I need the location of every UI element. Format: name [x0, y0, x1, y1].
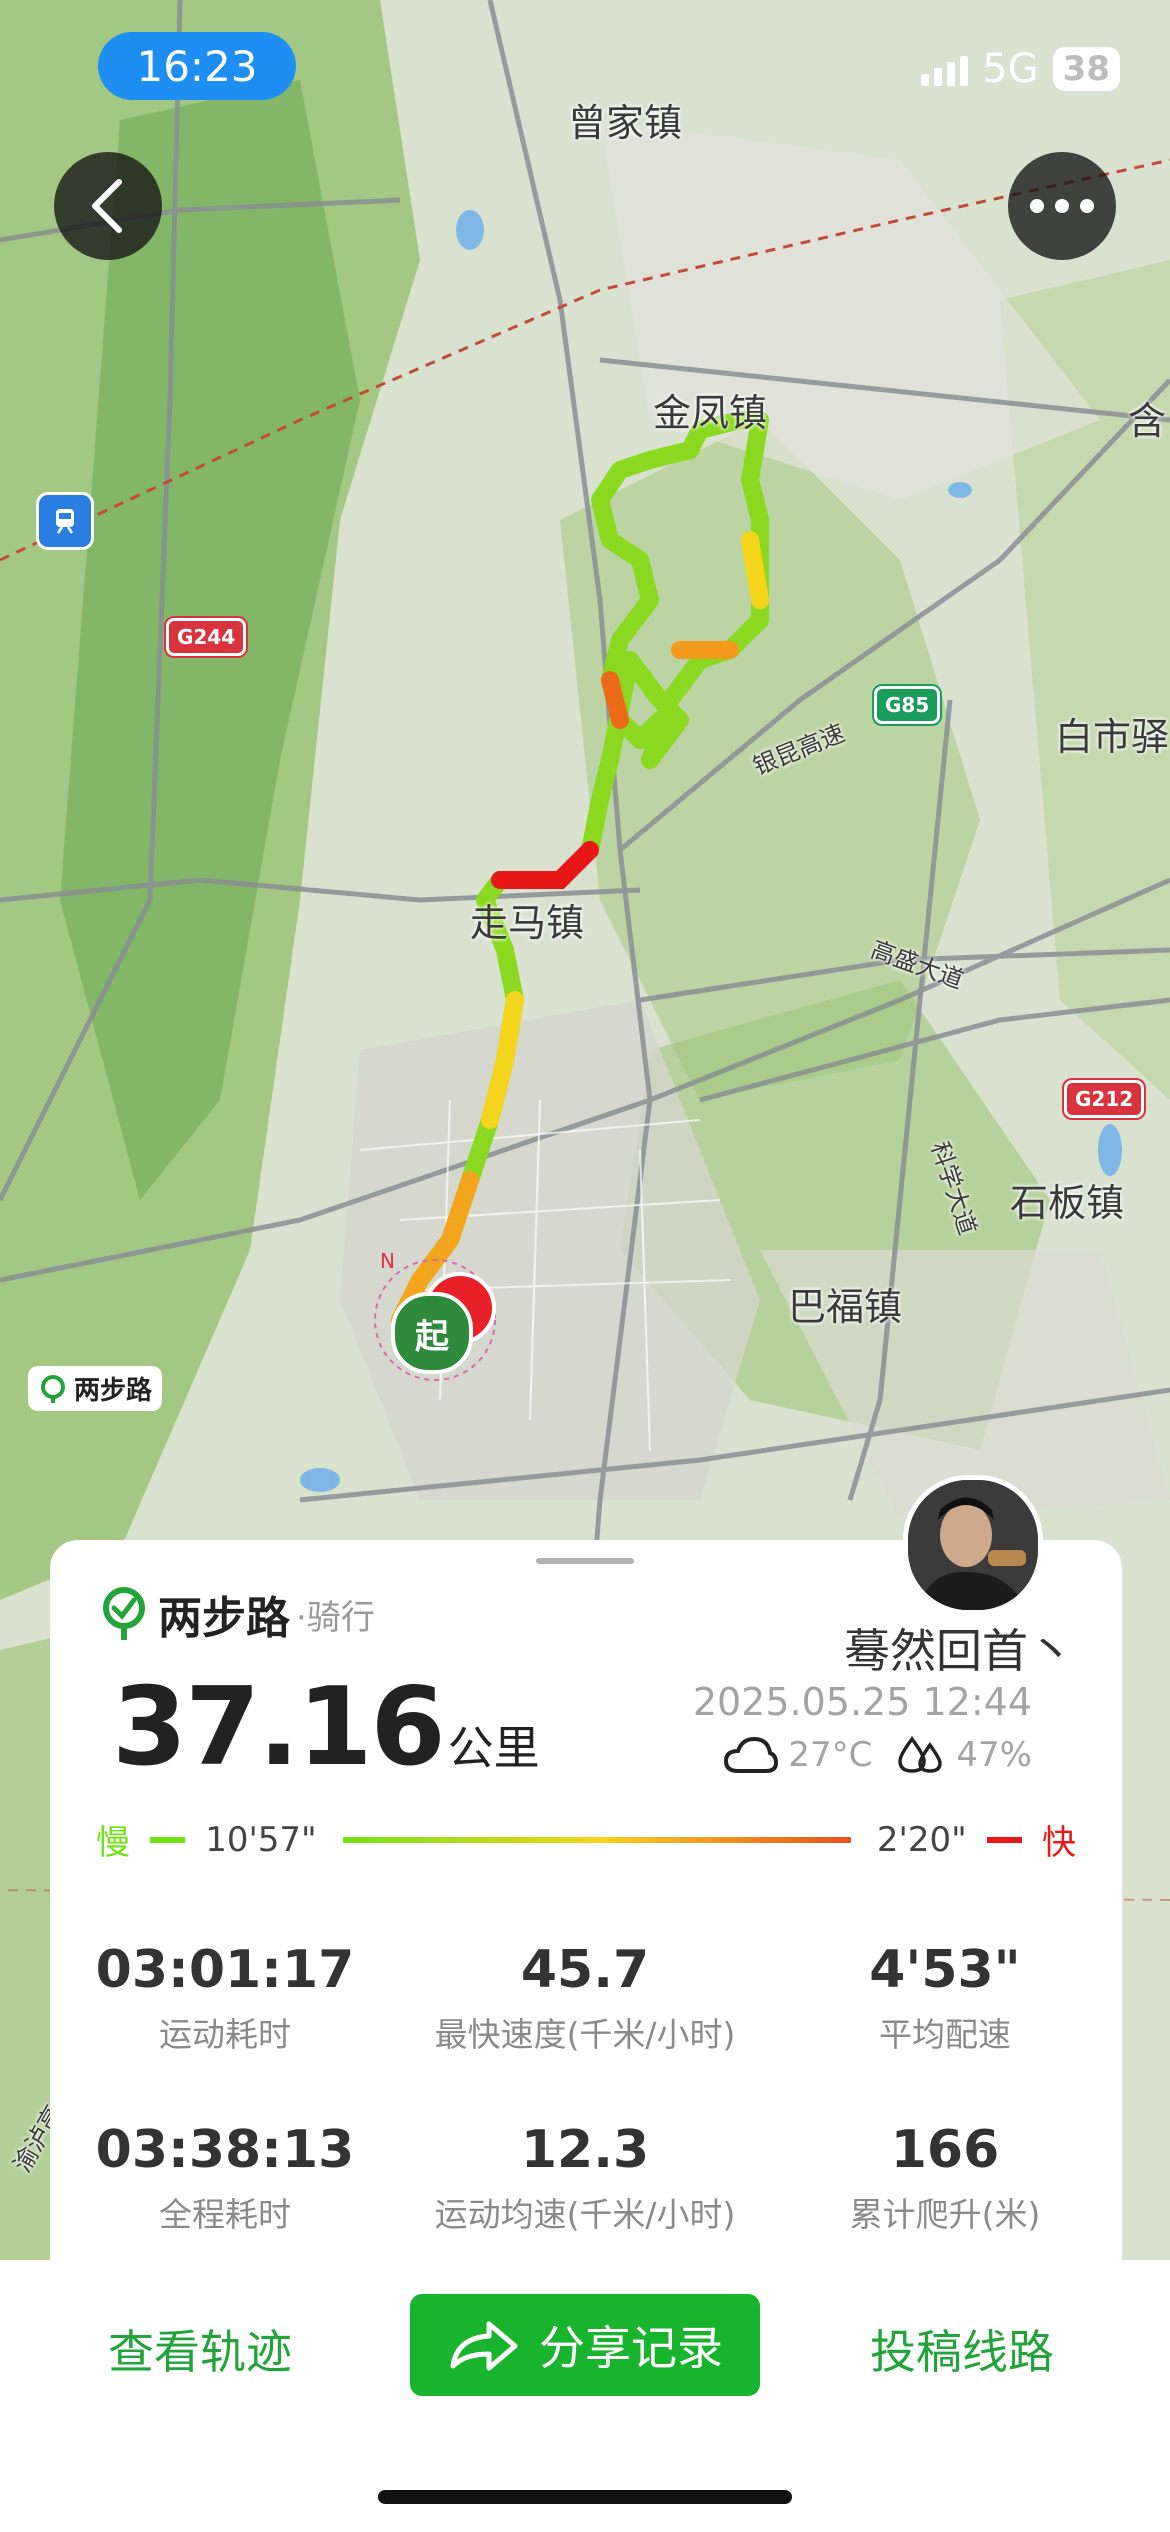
- map-watermark: 两步路: [28, 1366, 163, 1411]
- share-label: 分享记录: [539, 2321, 723, 2375]
- share-record-button[interactable]: 分享记录: [410, 2294, 760, 2396]
- stat-moving-time: 03:01:17 运动耗时: [25, 1940, 425, 2056]
- stat-value: 166: [890, 2120, 1000, 2180]
- stat-max-speed: 45.7 最快速度(千米/小时): [385, 1940, 785, 2056]
- avatar[interactable]: [903, 1475, 1043, 1615]
- pace-legend: 慢 10'57" 2'20" 快: [96, 1815, 1076, 1864]
- road-badge: G85: [874, 686, 941, 724]
- place-label: 白市驿: [1055, 715, 1170, 759]
- submit-route-button[interactable]: 投稿线路: [870, 2316, 1054, 2382]
- battery-level: 38: [1052, 47, 1120, 91]
- user-name: 蓦然回首丶: [844, 1624, 1074, 1678]
- status-time-pill: 16:23: [98, 32, 296, 100]
- stat-value: 03:38:13: [95, 2120, 355, 2180]
- distance-block: 37.16 公里: [112, 1665, 540, 1790]
- place-label: 金凤镇: [653, 391, 768, 435]
- place-label: 石板镇: [1010, 1181, 1125, 1225]
- stat-value: 45.7: [520, 1940, 650, 2000]
- place-label: 曾家镇: [568, 101, 683, 145]
- liangbulu-logo-icon: [103, 1587, 145, 1640]
- stat-label: 运动均速(千米/小时): [434, 2195, 736, 2234]
- road-badge: G244: [166, 618, 247, 656]
- legend-slow-swatch: [150, 1836, 186, 1843]
- weather-row: 27°C 47%: [724, 1735, 1032, 1775]
- share-arrow-icon: [450, 2321, 518, 2371]
- stat-label: 最快速度(千米/小时): [434, 2015, 736, 2054]
- signal-icon: [921, 52, 969, 86]
- home-indicator[interactable]: [378, 2490, 792, 2504]
- stat-value: 4'53": [869, 1940, 1021, 2000]
- legend-slow-label: 慢: [96, 1823, 130, 1863]
- view-track-button[interactable]: 查看轨迹: [108, 2316, 292, 2382]
- humidity-icon: [898, 1736, 943, 1773]
- stat-total-time: 03:38:13 全程耗时: [25, 2120, 425, 2236]
- status-time: 16:23: [136, 41, 258, 91]
- distance-unit: 公里: [447, 1721, 540, 1775]
- more-options-button[interactable]: [1008, 152, 1116, 260]
- activity-type: ·骑行: [296, 1597, 375, 1638]
- place-label: 巴福镇: [788, 1285, 903, 1329]
- cloud-icon: [724, 1736, 779, 1773]
- watermark-text: 两步路: [74, 1376, 153, 1406]
- humidity: 47%: [956, 1735, 1032, 1775]
- drag-handle[interactable]: [536, 1558, 634, 1564]
- legend-fast-swatch: [986, 1836, 1022, 1843]
- road-badge: G212: [1064, 1080, 1145, 1118]
- stat-label: 累计爬升(米): [849, 2195, 1041, 2234]
- network-type: 5G: [982, 46, 1039, 92]
- stat-elevation-gain: 166 累计爬升(米): [745, 2120, 1145, 2236]
- activity-datetime: 2025.05.25 12:44: [692, 1680, 1032, 1724]
- svg-text:N: N: [380, 1249, 395, 1273]
- start-marker[interactable]: 起: [391, 1292, 473, 1374]
- stat-label: 运动耗时: [159, 2015, 291, 2054]
- liangbulu-logo-icon: [41, 1374, 65, 1403]
- stat-label: 平均配速: [879, 2015, 1011, 2054]
- status-indicators: 5G 38: [921, 46, 1120, 92]
- brand-name: 两步路: [158, 1593, 290, 1644]
- back-button[interactable]: [54, 152, 162, 260]
- back-arrow-icon: [92, 179, 122, 233]
- pace-gradient-bar: [342, 1836, 851, 1843]
- brand-row: 两步路 ·骑行: [100, 1582, 375, 1646]
- legend-fast-pace: 2'20": [876, 1819, 967, 1860]
- stat-avg-pace: 4'53" 平均配速: [745, 1940, 1145, 2056]
- temperature: 27°C: [788, 1735, 873, 1775]
- train-station-icon[interactable]: [36, 492, 94, 550]
- stat-avg-speed: 12.3 运动均速(千米/小时): [385, 2120, 785, 2236]
- train-icon: [56, 509, 74, 534]
- place-label: 走马镇: [470, 901, 585, 945]
- stat-value: 12.3: [520, 2120, 650, 2180]
- place-label: 含: [1128, 399, 1167, 443]
- legend-slow-pace: 10'57": [205, 1819, 317, 1860]
- more-dots-icon: [1030, 199, 1094, 213]
- distance-value: 37.16: [112, 1665, 446, 1790]
- stat-value: 03:01:17: [95, 1940, 355, 2000]
- avatar-image: [908, 1480, 1038, 1610]
- stat-label: 全程耗时: [159, 2195, 291, 2234]
- legend-fast-label: 快: [1042, 1823, 1076, 1863]
